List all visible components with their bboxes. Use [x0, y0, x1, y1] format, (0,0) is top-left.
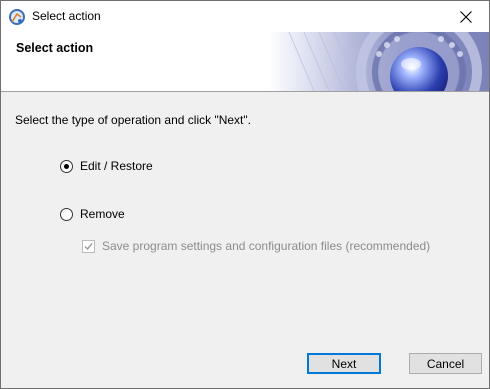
radio-label-edit-restore: Edit / Restore: [80, 159, 153, 173]
radio-button-remove[interactable]: [60, 207, 73, 221]
window-title: Select action: [32, 9, 101, 23]
save-settings-checkbox[interactable]: [82, 239, 95, 253]
header-banner: Select action: [1, 32, 489, 92]
dialog-window: Select action Select action Select the t…: [0, 0, 490, 389]
save-settings-option[interactable]: Save program settings and configuration …: [82, 239, 430, 253]
banner-decoration-image: [269, 32, 489, 91]
instruction-text: Select the type of operation and click "…: [15, 113, 251, 127]
banner-title: Select action: [16, 41, 94, 55]
radio-option-remove[interactable]: Remove: [60, 207, 125, 221]
title-bar: Select action: [1, 1, 489, 32]
checkmark-icon: [84, 242, 93, 250]
close-icon: [460, 10, 472, 23]
app-logo-icon: [8, 8, 26, 26]
radio-button-edit-restore[interactable]: [60, 159, 73, 173]
next-button[interactable]: Next: [307, 353, 381, 374]
close-button[interactable]: [443, 1, 489, 32]
cancel-button[interactable]: Cancel: [409, 353, 482, 374]
radio-option-edit-restore[interactable]: Edit / Restore: [60, 159, 153, 173]
save-settings-label: Save program settings and configuration …: [102, 239, 431, 253]
radio-label-remove: Remove: [80, 207, 125, 221]
